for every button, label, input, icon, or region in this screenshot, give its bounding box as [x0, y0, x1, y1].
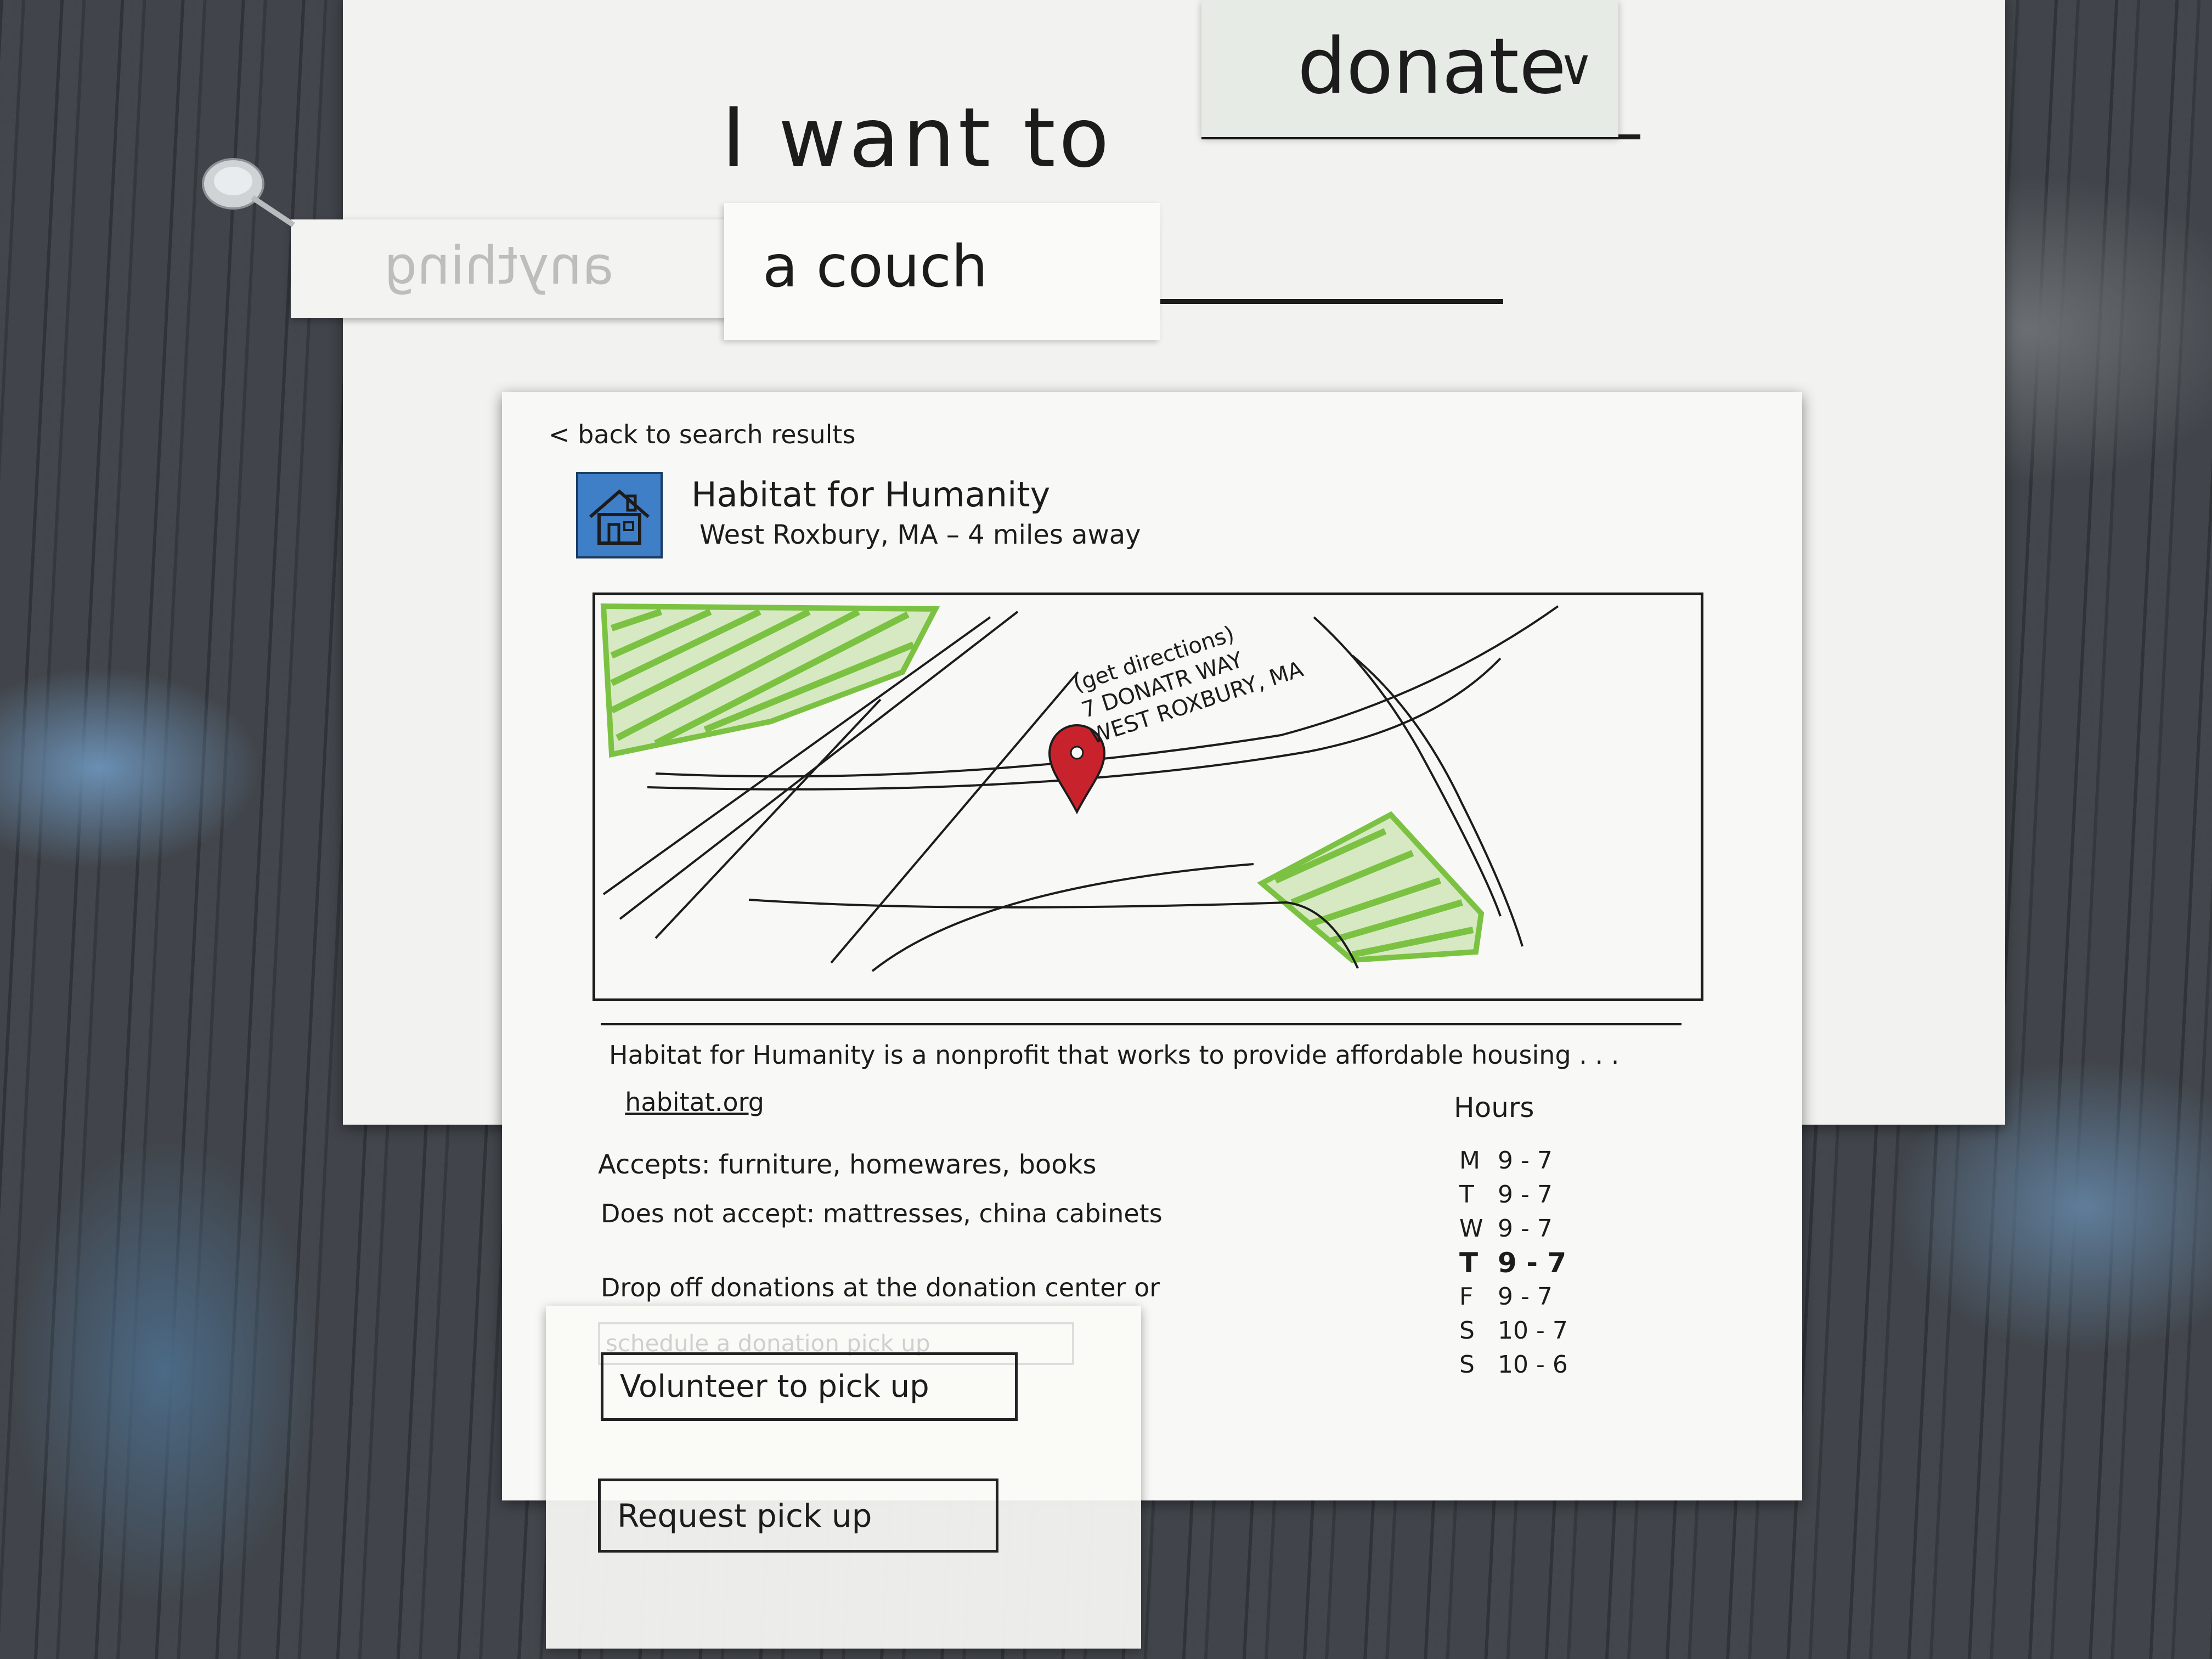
item-input-value: a couch — [763, 233, 988, 300]
hours-row: F9 - 7 — [1459, 1283, 1553, 1311]
org-description: Habitat for Humanity is a nonprofit that… — [609, 1031, 1706, 1126]
hours-list: M9 - 7 T9 - 7 W9 - 7 T9 - 7 F9 - 7 S 10 -… — [1459, 1144, 1568, 1382]
item-underline — [1160, 299, 1503, 304]
org-website-link[interactable]: habitat.org — [625, 1087, 764, 1117]
hours-row: S 10 - 7 — [1459, 1317, 1568, 1345]
hours-row: S 10 - 6 — [1459, 1351, 1568, 1379]
house-icon — [576, 472, 663, 558]
item-option-hidden: anything — [384, 236, 614, 296]
action-dropdown-value: donate — [1297, 22, 1567, 111]
prompt-text: I want to — [721, 91, 1113, 186]
org-location: West Roxbury, MA – 4 miles away — [699, 520, 1141, 550]
pushpin-icon — [202, 158, 295, 228]
back-to-results-link[interactable]: < back to search results — [549, 420, 855, 449]
dropoff-text: Drop off donations at the donation cente… — [601, 1273, 1160, 1302]
pickup-options-card: schedule a donation pick up Volunteer to… — [546, 1306, 1141, 1649]
hours-row-today: T9 - 7 — [1459, 1247, 1567, 1279]
map-divider — [601, 1023, 1681, 1025]
action-dropdown[interactable]: donate ∨ — [1201, 0, 1618, 137]
accepts-list: Accepts: furniture, homewares, books — [598, 1149, 1097, 1180]
chevron-down-icon: ∨ — [1558, 38, 1594, 96]
park-area — [1257, 811, 1485, 963]
org-name: Habitat for Humanity — [691, 475, 1051, 515]
volunteer-pickup-button[interactable]: Volunteer to pick up — [601, 1352, 1018, 1421]
not-accepts-list: Does not accept: mattresses, china cabin… — [601, 1199, 1163, 1228]
item-input[interactable]: a couch — [724, 203, 1160, 340]
org-description-text: Habitat for Humanity is a nonprofit that… — [609, 1040, 1620, 1070]
hours-row: W9 - 7 — [1459, 1215, 1553, 1243]
park-area — [600, 603, 940, 758]
hours-row: M9 - 7 — [1459, 1147, 1553, 1175]
hours-row: T9 - 7 — [1459, 1181, 1553, 1209]
request-pickup-button[interactable]: Request pick up — [598, 1479, 998, 1553]
hours-title: Hours — [1454, 1092, 1534, 1124]
location-map[interactable]: (get directions) 7 DONATR WAY WEST ROXBU… — [592, 592, 1703, 1001]
